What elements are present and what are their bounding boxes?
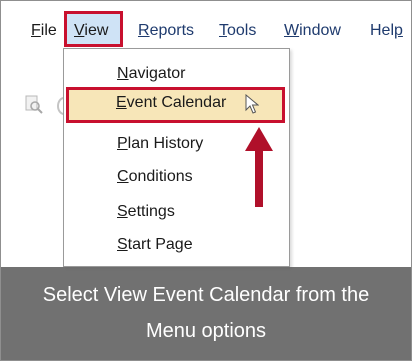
menu-bar: File View Reports Tools Window Help xyxy=(1,1,411,51)
menu-item-event-calendar-label: Event Calendar xyxy=(116,94,227,111)
menu-item-plan-history[interactable]: Plan History xyxy=(117,135,203,153)
menu-item-conditions[interactable]: Conditions xyxy=(117,168,193,186)
caption-line-1: Select View Event Calendar from the xyxy=(42,284,370,306)
caption-line-2: Menu options xyxy=(145,320,267,342)
menu-item-settings[interactable]: Settings xyxy=(117,203,175,221)
menu-view[interactable]: View xyxy=(74,1,108,51)
mouse-cursor-icon xyxy=(245,93,260,119)
instruction-caption: Select View Event Calendar from the Menu… xyxy=(1,267,411,360)
menu-tools[interactable]: Tools xyxy=(219,1,256,51)
menu-file[interactable]: File xyxy=(31,1,57,51)
menu-item-navigator[interactable]: Navigator xyxy=(117,65,185,83)
print-preview-icon[interactable] xyxy=(24,95,44,120)
app-window: File View Reports Tools Window Help Navi… xyxy=(0,0,412,361)
menu-window[interactable]: Window xyxy=(284,1,341,51)
menu-help[interactable]: Help xyxy=(370,1,403,51)
menu-reports[interactable]: Reports xyxy=(138,1,194,51)
up-arrow-icon xyxy=(244,127,274,214)
menu-item-start-page[interactable]: Start Page xyxy=(117,236,193,254)
